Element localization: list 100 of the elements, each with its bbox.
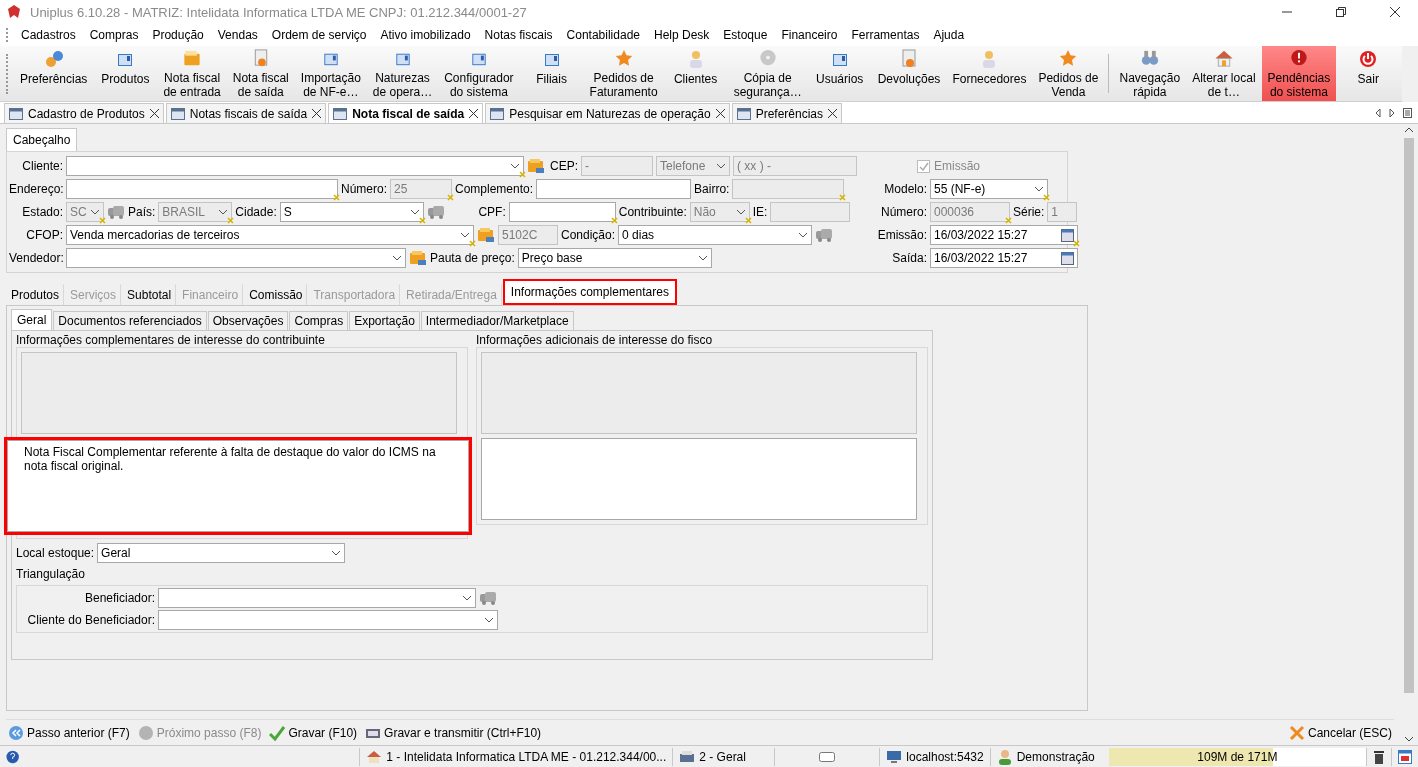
toolbar-button[interactable]: Sair: [1336, 46, 1401, 101]
menu-item[interactable]: Produção: [145, 28, 211, 42]
tab[interactable]: Documentos referenciados: [53, 311, 207, 330]
document-tab[interactable]: Pesquisar em Naturezas de operação: [485, 103, 730, 123]
check-icon: [269, 724, 286, 741]
field-label: Complemento:: [455, 182, 534, 196]
tab-label: Preferências: [755, 106, 824, 121]
tab[interactable]: Observações: [207, 311, 289, 330]
tab[interactable]: Intermediador/Marketplace: [420, 311, 574, 330]
group-title: Triangulação: [16, 567, 86, 581]
text-field[interactable]: [508, 202, 616, 222]
toolbar-button[interactable]: Navegação rápida: [1113, 46, 1187, 101]
toolbar-button[interactable]: Usuários: [807, 46, 872, 101]
status-text: 2 - Geral: [699, 749, 746, 764]
house-icon: [366, 749, 383, 764]
toolbar-button[interactable]: Devoluções: [871, 46, 947, 101]
chevron-down-icon: [1034, 186, 1044, 192]
toolbar-button[interactable]: Pedidos de Venda: [1032, 46, 1105, 101]
toolbar-button[interactable]: Pendências do sistema: [1261, 46, 1337, 101]
toolbar-button[interactable]: Filiais: [519, 46, 584, 101]
toolbar-button[interactable]: Produtos: [93, 46, 158, 101]
tab[interactable]: Informações complementares: [502, 279, 677, 305]
menu-item[interactable]: Financeiro: [774, 28, 845, 42]
chevron-down-icon: [460, 232, 470, 238]
card-icon: [477, 227, 495, 243]
menu-item[interactable]: Ajuda: [926, 28, 972, 42]
text-area[interactable]: [21, 352, 457, 434]
field-label: País:: [128, 205, 156, 219]
text-area[interactable]: [481, 438, 917, 520]
dropdown[interactable]: [158, 588, 476, 608]
menu-item[interactable]: Notas fiscais: [477, 28, 560, 42]
menu-item[interactable]: Vendas: [210, 28, 265, 42]
menu-item[interactable]: Help Desk: [647, 28, 717, 42]
caret-right-icon: [1389, 108, 1395, 118]
window-icon: [736, 107, 751, 120]
action-button[interactable]: Gravar (F10): [269, 724, 358, 741]
text-field[interactable]: [66, 179, 338, 199]
close-icon: [469, 109, 479, 118]
tab[interactable]: Exportação: [349, 311, 420, 330]
tab[interactable]: Cabeçalho: [6, 128, 78, 151]
dropdown[interactable]: S: [279, 202, 424, 222]
cars-icon: [107, 204, 125, 220]
field-label: IE:: [752, 205, 768, 219]
toolbar-button[interactable]: Importação de NF-e…: [294, 46, 367, 101]
document-tab[interactable]: Cadastro de Produtos: [4, 103, 164, 123]
field-label: Número:: [880, 205, 927, 219]
calendar-icon: [1398, 749, 1412, 764]
tab[interactable]: Geral: [11, 309, 53, 330]
date-field[interactable]: 16/03/2022 15:27: [930, 248, 1078, 268]
toolbar-button[interactable]: Naturezas de opera…: [366, 46, 439, 101]
dropdown[interactable]: Preço base: [517, 248, 712, 268]
toolbar-button[interactable]: Nota fiscal de saída: [226, 46, 295, 101]
menu-item[interactable]: Contabilidade: [559, 28, 647, 42]
cancel-button[interactable]: Cancelar (ESC): [1288, 724, 1392, 741]
field-label: Condição:: [561, 228, 616, 242]
document-tab[interactable]: Preferências: [731, 103, 843, 123]
chevron-down-icon: [510, 163, 520, 169]
field-label: CEP:: [549, 159, 578, 173]
close-icon: [1390, 7, 1400, 17]
dropdown[interactable]: 0 dias: [618, 225, 813, 245]
menu-item[interactable]: Ativo imobilizado: [373, 28, 478, 42]
field-label: Emissão:: [876, 228, 927, 242]
menu-item[interactable]: Compras: [82, 28, 146, 42]
text-area[interactable]: Nota Fiscal Complementar referente à falta de destaque do valor do ICMS na nota fiscal original.: [7, 440, 469, 532]
chevron-down-icon: [716, 163, 726, 169]
logo-icon: [6, 4, 22, 20]
chevron-down-icon: [409, 209, 420, 215]
chevron-down-icon: [331, 550, 342, 556]
field-label: CFOP:: [25, 228, 63, 242]
text-field[interactable]: [536, 179, 692, 199]
text-area[interactable]: [481, 352, 917, 434]
date-field[interactable]: 16/03/2022 15:27: [930, 225, 1078, 245]
document-tab[interactable]: Nota fiscal de saída: [328, 103, 484, 123]
tab-label: Cadastro de Produtos: [28, 106, 145, 121]
toolbar-button[interactable]: Pedidos de Faturamento: [583, 46, 664, 101]
dropdown[interactable]: [66, 156, 524, 176]
action-button[interactable]: Gravar e transmitir (Ctrl+F10): [365, 724, 542, 741]
toolbar-button[interactable]: Cópia de segurança…: [727, 46, 808, 101]
toolbar-button[interactable]: Preferências: [14, 46, 94, 101]
dropdown[interactable]: Geral: [97, 543, 346, 563]
menu-item[interactable]: Estoque: [716, 28, 775, 42]
menu-item[interactable]: Ordem de serviço: [264, 28, 374, 42]
dropdown[interactable]: 55 (NF-e): [930, 179, 1048, 199]
menu-item[interactable]: Cadastros: [14, 28, 83, 42]
toolbar-button[interactable]: Fornecedores: [946, 46, 1033, 101]
dropdown[interactable]: Venda mercadorias de terceiros: [66, 225, 474, 245]
document-tab[interactable]: Notas fiscais de saída: [165, 103, 327, 123]
dropdown[interactable]: [158, 610, 498, 630]
toolbar-button[interactable]: Alterar local de t…: [1186, 46, 1262, 101]
tab[interactable]: Compras: [289, 311, 349, 330]
field-label: Saída:: [891, 251, 927, 265]
toolbar-button[interactable]: Configurador do sistema: [438, 46, 520, 101]
chevron-down-icon: [484, 617, 494, 623]
toolbar-button[interactable]: Nota fiscal de entrada: [157, 46, 227, 101]
action-button[interactable]: Passo anterior (F7): [8, 724, 130, 741]
toolbar-button[interactable]: Clientes: [663, 46, 728, 101]
dropdown[interactable]: [66, 248, 406, 268]
circle-icon: [137, 724, 154, 741]
menu-item[interactable]: Ferramentas: [844, 28, 927, 42]
cars-icon: [815, 227, 834, 243]
